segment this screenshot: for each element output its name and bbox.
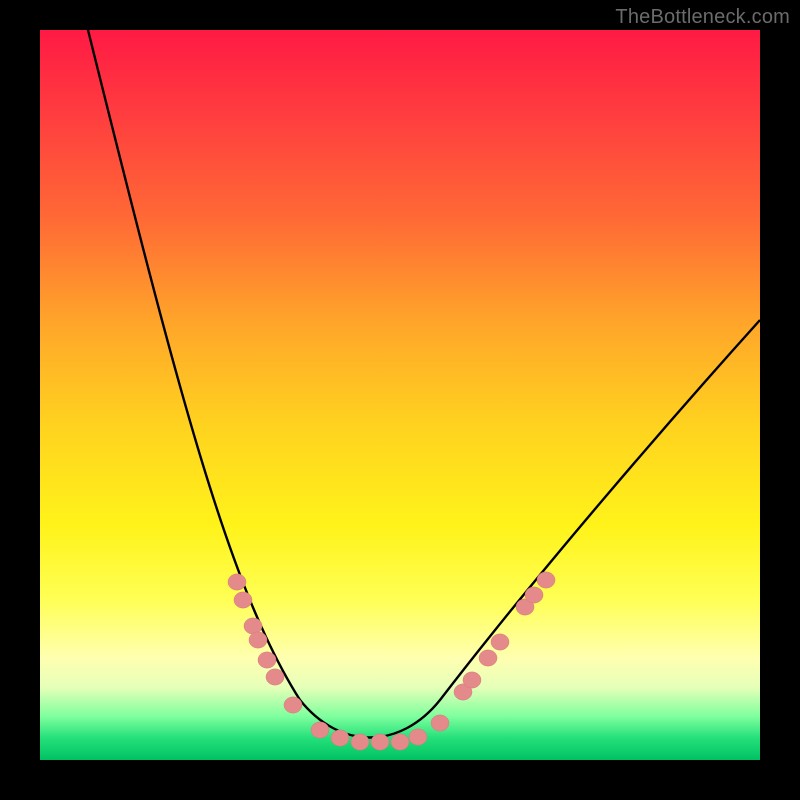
curve-marker [491, 634, 509, 650]
curve-marker [234, 592, 252, 608]
curve-svg [40, 30, 760, 760]
curve-marker [351, 734, 369, 750]
chart-frame: TheBottleneck.com [0, 0, 800, 800]
curve-marker [391, 734, 409, 750]
curve-marker [244, 618, 262, 634]
curve-marker [525, 587, 543, 603]
plot-area [40, 30, 760, 760]
curve-marker [431, 715, 449, 731]
curve-marker [249, 632, 267, 648]
bottleneck-curve [88, 30, 760, 738]
curve-marker [266, 669, 284, 685]
curve-marker [371, 734, 389, 750]
curve-marker [463, 672, 481, 688]
watermark-text: TheBottleneck.com [615, 6, 790, 29]
curve-marker [409, 729, 427, 745]
curve-marker [479, 650, 497, 666]
curve-marker [331, 730, 349, 746]
curve-marker [284, 697, 302, 713]
curve-marker [537, 572, 555, 588]
curve-marker [228, 574, 246, 590]
curve-marker [258, 652, 276, 668]
curve-marker [311, 722, 329, 738]
